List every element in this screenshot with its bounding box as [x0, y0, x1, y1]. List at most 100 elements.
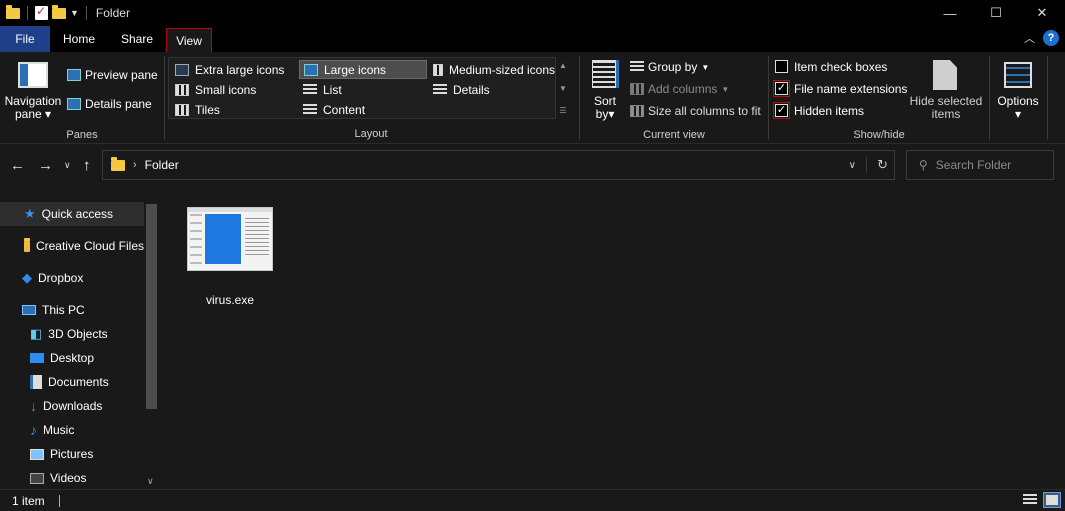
layout-extra-large-icons[interactable]: Extra large icons — [171, 60, 297, 79]
sidebar-item-music[interactable]: ♪ Music — [0, 418, 144, 442]
extra-large-icons-icon — [175, 63, 189, 76]
layout-details[interactable]: Details — [429, 80, 555, 99]
sort-arrow-icon — [616, 60, 619, 88]
options-icon[interactable] — [1004, 62, 1032, 88]
download-icon: ↓ — [30, 398, 37, 414]
status-divider — [58, 494, 60, 507]
preview-pane-button[interactable]: Preview pane — [67, 68, 158, 82]
size-all-columns-button[interactable]: Size all columns to fit — [630, 104, 761, 118]
minimize-button[interactable]: — — [927, 0, 973, 26]
sidebar-item-3d-objects[interactable]: ◧ 3D Objects — [0, 322, 144, 346]
file-item[interactable]: virus.exe — [184, 207, 276, 307]
sidebar-item-quick-access[interactable]: ★ Quick access — [0, 202, 144, 226]
expand-gallery-icon[interactable]: ☰ — [559, 106, 566, 115]
large-icons-view-button[interactable] — [1043, 492, 1061, 508]
new-folder-icon[interactable] — [52, 4, 66, 19]
details-pane-button[interactable]: Details pane — [67, 97, 152, 111]
address-row: ← → ∨ ↑ › Folder ∨ ↻ ⚲ Search Folder — [0, 145, 1065, 185]
creative-cloud-icon — [24, 237, 30, 252]
show-hide-group: Item check boxes ✓ File name extensions … — [769, 52, 989, 144]
options-button[interactable]: Options ▾ — [990, 95, 1046, 121]
sidebar-item-this-pc[interactable]: This PC — [0, 298, 144, 322]
app-thumbnail-icon — [187, 207, 273, 271]
hidden-items-checkbox[interactable]: ✓ — [775, 104, 788, 117]
cube-icon: ◧ — [30, 326, 43, 341]
item-check-boxes-option[interactable]: Item check boxes — [773, 58, 887, 75]
item-count: 1 item — [12, 493, 45, 508]
details-view-button[interactable] — [1021, 492, 1039, 508]
scroll-up-icon[interactable]: ▲ — [559, 61, 567, 70]
layout-medium-icons[interactable]: Medium-sized icons — [429, 60, 555, 79]
documents-icon — [30, 375, 42, 389]
add-columns-button[interactable]: Add columns ▼ — [630, 82, 729, 96]
address-dropdown-chevron-icon[interactable]: ∨ — [849, 160, 856, 171]
item-check-boxes-checkbox[interactable] — [775, 60, 788, 73]
layout-gallery-scroll[interactable]: ▲ ▼ ☰ — [556, 57, 570, 119]
navigation-pane-button[interactable]: Navigation pane ▾ — [2, 95, 64, 121]
back-arrow-icon[interactable]: ← — [10, 157, 25, 174]
pictures-icon — [30, 448, 44, 460]
title-bar: ▼ Folder — ☐ ✕ — [0, 0, 1065, 26]
quick-access-toolbar: ▼ — [0, 0, 90, 26]
file-name: virus.exe — [205, 293, 255, 307]
hide-selected-items-button[interactable]: Hide selected items — [909, 95, 983, 121]
hide-selected-icon[interactable] — [933, 60, 957, 90]
details-view-icon — [1023, 494, 1037, 506]
scroll-down-chevron-icon[interactable]: ∨ — [147, 476, 154, 487]
group-by-button[interactable]: Group by ▼ — [630, 60, 709, 74]
hidden-items-option[interactable]: ✓ Hidden items — [773, 102, 864, 119]
refresh-icon[interactable]: ↻ — [866, 157, 888, 173]
tiles-icon — [175, 103, 189, 116]
file-name-extensions-option[interactable]: ✓ File name extensions — [773, 80, 907, 97]
videos-icon — [30, 472, 44, 484]
sidebar-item-creative-cloud[interactable]: Creative Cloud Files — [0, 234, 144, 258]
minimize-ribbon-icon[interactable]: ︿ — [1024, 30, 1035, 46]
customize-toolbar-chevron-icon[interactable]: ▼ — [70, 8, 79, 18]
sidebar-item-dropbox[interactable]: ◆ Dropbox — [0, 266, 144, 290]
current-view-group: Sort by▾ Group by ▼ Add columns ▼ Size a… — [580, 52, 768, 144]
sidebar-item-desktop[interactable]: Desktop — [0, 346, 144, 370]
tab-home[interactable]: Home — [50, 26, 108, 52]
sidebar-item-videos[interactable]: Videos — [0, 466, 144, 489]
sort-by-button[interactable]: Sort by▾ — [586, 95, 624, 121]
tab-view[interactable]: View — [166, 28, 212, 52]
tab-file[interactable]: File — [0, 26, 50, 52]
breadcrumb-folder[interactable]: Folder — [145, 158, 179, 172]
tab-share[interactable]: Share — [108, 26, 166, 52]
layout-content[interactable]: Content — [299, 100, 425, 119]
close-button[interactable]: ✕ — [1019, 0, 1065, 26]
up-arrow-icon[interactable]: ↑ — [83, 157, 91, 174]
scrollbar-thumb[interactable] — [146, 204, 157, 409]
navigation-scrollbar[interactable]: ∨ — [144, 200, 158, 489]
window-controls: — ☐ ✕ — [927, 0, 1065, 26]
group-divider — [164, 56, 165, 140]
details-pane-icon — [67, 98, 81, 110]
sidebar-item-pictures[interactable]: Pictures — [0, 442, 144, 466]
scroll-down-icon[interactable]: ▼ — [559, 84, 567, 93]
layout-small-icons[interactable]: Small icons — [171, 80, 297, 99]
layout-tiles[interactable]: Tiles — [171, 100, 297, 119]
maximize-button[interactable]: ☐ — [973, 0, 1019, 26]
sidebar-item-downloads[interactable]: ↓ Downloads — [0, 394, 144, 418]
breadcrumb-chevron-icon[interactable]: › — [133, 159, 137, 171]
recent-locations-chevron-icon[interactable]: ∨ — [64, 160, 71, 171]
dropbox-icon: ◆ — [22, 270, 32, 285]
options-group: Options ▾ — [990, 52, 1046, 144]
forward-arrow-icon[interactable]: → — [38, 157, 53, 174]
details-icon — [433, 83, 447, 96]
add-columns-icon — [630, 83, 644, 95]
file-name-extensions-checkbox[interactable]: ✓ — [775, 82, 788, 95]
sidebar-item-documents[interactable]: Documents — [0, 370, 144, 394]
large-icons-view-icon — [1046, 495, 1058, 505]
ribbon-tabs: File Home Share View ︿ ? — [0, 26, 1065, 52]
layout-list[interactable]: List — [299, 80, 425, 99]
address-bar[interactable]: › Folder ∨ ↻ — [102, 150, 895, 180]
layout-large-icons[interactable]: Large icons — [299, 60, 427, 79]
help-icon[interactable]: ? — [1043, 30, 1059, 46]
navigation-pane-icon[interactable] — [18, 62, 48, 88]
search-input[interactable]: ⚲ Search Folder — [906, 150, 1054, 180]
view-toggles — [1021, 492, 1061, 508]
sort-icon[interactable] — [592, 60, 616, 88]
folder-icon — [6, 4, 20, 19]
properties-icon[interactable] — [35, 4, 48, 20]
